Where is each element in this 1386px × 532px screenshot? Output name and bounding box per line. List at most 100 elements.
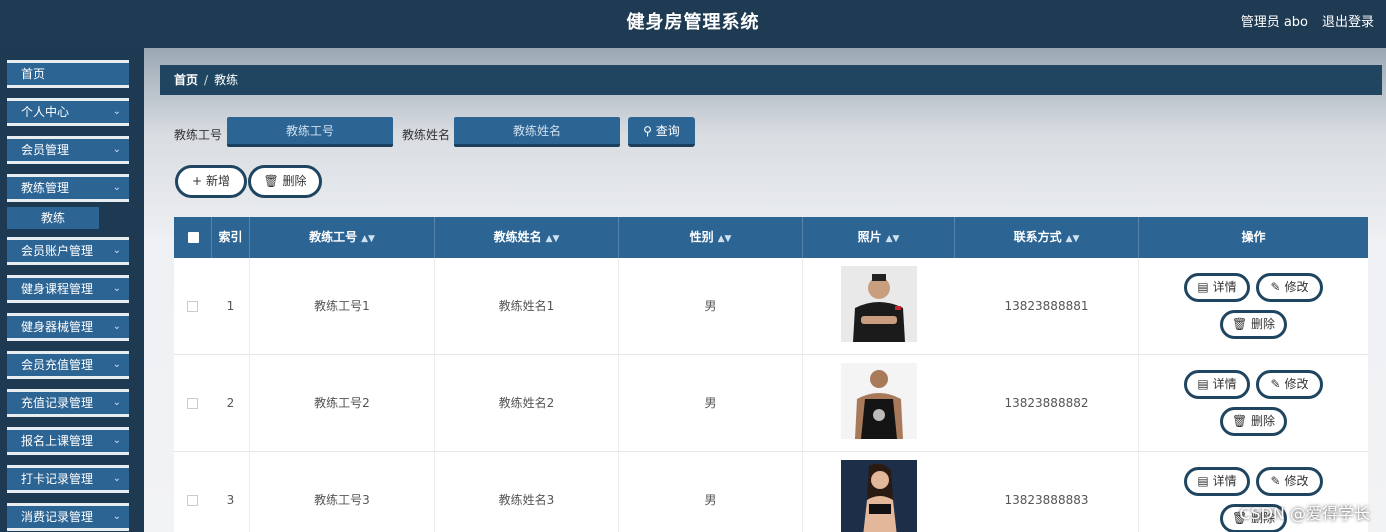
sidebar-item-label: 健身课程管理 — [21, 282, 94, 296]
sidebar-item-label: 会员账户管理 — [21, 244, 94, 258]
query-button[interactable]: ⚲ 查询 — [628, 117, 695, 147]
sidebar-item-recharge-records[interactable]: 充值记录管理 ⌄ — [7, 389, 129, 417]
header-contact-label: 联系方式 — [1013, 230, 1062, 244]
sidebar-item-home[interactable]: 首页 — [7, 60, 129, 88]
header-photo[interactable]: 照片 ▲▼ — [803, 217, 955, 258]
logout-link[interactable]: 退出登录 — [1322, 11, 1374, 30]
delete-label: 删除 — [282, 174, 307, 188]
cell-coach-name: 教练姓名1 — [435, 258, 619, 355]
detail-button[interactable]: ▤ 详情 — [1184, 370, 1250, 399]
sidebar-item-label: 充值记录管理 — [21, 396, 94, 410]
chevron-down-icon: ⌄ — [112, 144, 121, 155]
cell-gender: 男 — [619, 355, 803, 452]
document-icon: ▤ — [1197, 474, 1209, 488]
chevron-down-icon: ⌄ — [112, 397, 121, 408]
app-title: 健身房管理系统 — [626, 12, 760, 33]
breadcrumb-home[interactable]: 首页 — [174, 73, 198, 87]
sidebar-item-profile[interactable]: 个人中心 ⌄ — [7, 98, 129, 126]
header-actions: 操作 — [1139, 217, 1368, 258]
header-photo-label: 照片 — [857, 230, 882, 244]
breadcrumb: 首页 / 教练 — [160, 65, 1382, 95]
add-button[interactable]: + 新增 — [175, 165, 247, 198]
header-contact[interactable]: 联系方式 ▲▼ — [955, 217, 1139, 258]
current-user: 管理员 abo — [1240, 15, 1308, 30]
select-all-checkbox[interactable] — [188, 232, 199, 243]
edit-label: 修改 — [1284, 280, 1309, 294]
coach-photo-image — [841, 363, 917, 439]
sidebar-item-consumption[interactable]: 消费记录管理 ⌄ — [7, 503, 129, 531]
sidebar-item-label: 健身器械管理 — [21, 320, 94, 334]
sort-icon[interactable]: ▲▼ — [718, 234, 732, 244]
chevron-down-icon: ⌄ — [112, 321, 121, 332]
chevron-down-icon: ⌄ — [112, 359, 121, 370]
edit-icon: ✎ — [1270, 280, 1281, 294]
document-icon: ▤ — [1197, 280, 1209, 294]
detail-button[interactable]: ▤ 详情 — [1184, 467, 1250, 496]
sidebar-item-member-accounts[interactable]: 会员账户管理 ⌄ — [7, 237, 129, 265]
sidebar-item-members[interactable]: 会员管理 ⌄ — [7, 136, 129, 164]
chevron-down-icon: ⌄ — [112, 473, 121, 484]
coach-photo-image — [841, 460, 917, 532]
breadcrumb-separator: / — [204, 73, 209, 87]
chevron-down-icon: ⌄ — [112, 245, 121, 256]
cell-coach-id: 教练工号1 — [250, 258, 435, 355]
main-content: 首页/教练 教练工号 教练姓名 ⚲ 查询 + 新增 🗑 删除 索引 教练工号▲▼… — [144, 48, 1386, 532]
cell-coach-id: 教练工号2 — [250, 355, 435, 452]
header-index: 索引 — [212, 217, 250, 258]
row-checkbox[interactable] — [187, 495, 198, 506]
row-checkbox[interactable] — [187, 301, 198, 312]
document-icon: ▤ — [1197, 377, 1209, 391]
coach-name-input[interactable] — [454, 117, 620, 147]
sidebar-item-coaches[interactable]: 教练管理 ⌄ — [7, 174, 129, 202]
sidebar-item-label: 报名上课管理 — [21, 434, 94, 448]
coach-table: 索引 教练工号 ▲▼ 教练姓名 ▲▼ 性别 ▲▼ 照片 ▲▼ 联系方式 ▲▼ 操作 1 教… — [174, 217, 1368, 532]
sidebar-subitem-coach[interactable]: 教练 — [7, 207, 99, 229]
edit-button[interactable]: ✎ 修改 — [1256, 370, 1323, 399]
sidebar-item-enrollment[interactable]: 报名上课管理 ⌄ — [7, 427, 129, 455]
sidebar: 首页 个人中心 ⌄ 会员管理 ⌄ 教练管理 ⌄ 教练 会员账户管理 ⌄ 健身课程管理 ⌄ … — [0, 48, 144, 532]
cell-index: 3 — [212, 452, 250, 532]
search-icon: ⚲ — [643, 124, 652, 138]
header-coach-name[interactable]: 教练姓名 ▲▼ — [435, 217, 619, 258]
trash-icon: 🗑 — [1231, 317, 1248, 331]
detail-label: 详情 — [1212, 377, 1237, 391]
table-header: 索引 教练工号 ▲▼ 教练姓名 ▲▼ 性别 ▲▼ 照片 ▲▼ 联系方式 ▲▼ 操作 — [174, 217, 1368, 258]
sidebar-item-label: 打卡记录管理 — [21, 472, 94, 486]
sort-icon[interactable]: ▲▼ — [361, 234, 375, 244]
cell-contact: 13823888881 — [955, 258, 1139, 355]
header-gender[interactable]: 性别 ▲▼ — [619, 217, 803, 258]
delete-label: 删除 — [1251, 414, 1276, 428]
cell-index: 1 — [212, 258, 250, 355]
sort-icon[interactable]: ▲▼ — [1066, 234, 1080, 244]
sort-icon[interactable]: ▲▼ — [546, 234, 560, 244]
add-label: 新增 — [205, 174, 230, 188]
edit-button[interactable]: ✎ 修改 — [1256, 273, 1323, 302]
batch-delete-button[interactable]: 🗑 删除 — [248, 165, 322, 198]
detail-button[interactable]: ▤ 详情 — [1184, 273, 1250, 302]
sidebar-item-courses[interactable]: 健身课程管理 ⌄ — [7, 275, 129, 303]
trash-icon: 🗑 — [1231, 414, 1248, 428]
row-checkbox[interactable] — [187, 398, 198, 409]
coach-name-label: 教练姓名 — [402, 128, 451, 142]
sidebar-item-equipment[interactable]: 健身器械管理 ⌄ — [7, 313, 129, 341]
coach-photo — [841, 266, 917, 342]
table-row: 1 教练工号1 教练姓名1 男 13823888881 ▤ 详情 ✎ 修改 🗑 … — [174, 258, 1368, 355]
chevron-down-icon: ⌄ — [112, 106, 121, 117]
coach-id-input[interactable] — [227, 117, 393, 147]
header-gender-label: 性别 — [689, 230, 714, 244]
row-delete-button[interactable]: 🗑 删除 — [1220, 310, 1287, 339]
trash-icon: 🗑 — [263, 174, 279, 188]
chevron-down-icon: ⌄ — [112, 511, 121, 522]
edit-button[interactable]: ✎ 修改 — [1256, 467, 1323, 496]
header-coach-id[interactable]: 教练工号 ▲▼ — [250, 217, 435, 258]
sidebar-item-label: 会员管理 — [21, 143, 70, 157]
sort-icon[interactable]: ▲▼ — [886, 234, 900, 244]
edit-icon: ✎ — [1270, 377, 1281, 391]
sidebar-item-recharge[interactable]: 会员充值管理 ⌄ — [7, 351, 129, 379]
row-delete-button[interactable]: 🗑 删除 — [1220, 407, 1287, 436]
sidebar-item-checkin[interactable]: 打卡记录管理 ⌄ — [7, 465, 129, 493]
sidebar-item-label: 教练管理 — [21, 181, 70, 195]
edit-label: 修改 — [1284, 377, 1309, 391]
edit-label: 修改 — [1284, 474, 1309, 488]
header-select-all[interactable] — [174, 217, 212, 258]
